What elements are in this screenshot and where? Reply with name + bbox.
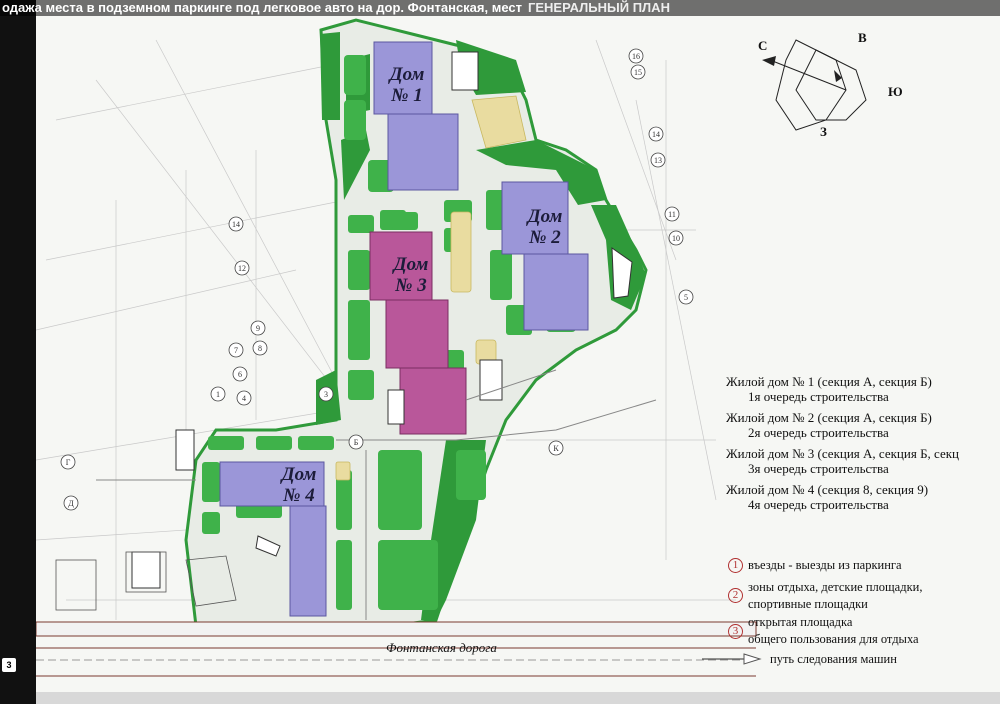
key-1-marker: 1 xyxy=(728,558,743,573)
key-2-text-line2: спортивные площадки xyxy=(748,597,868,611)
compass-north: С xyxy=(758,38,768,53)
house-2-section-b xyxy=(523,253,589,331)
house-4-label-line1: Дом xyxy=(281,464,317,485)
axis-marker-label: 10 xyxy=(672,234,680,243)
axis-marker-label: Г xyxy=(66,458,71,467)
ghost-plan-title: ГЕНЕРАЛЬНЫЙ ПЛАН xyxy=(528,0,670,15)
road-label: Фонтанская дорога xyxy=(386,640,497,655)
left-side-bar xyxy=(0,0,36,704)
axis-marker-label: 6 xyxy=(238,370,242,379)
compass-south: Ю xyxy=(888,84,903,99)
house-1-label: Дом № 1 xyxy=(376,64,438,106)
window-title: одажа места в подземном паркинге под лег… xyxy=(2,0,522,15)
house-3-label-line1: Дом xyxy=(393,254,429,275)
legend-house-3: Жилой дом № 3 (секция А, секция Б, секц xyxy=(726,446,960,461)
page-badge: 3 xyxy=(2,658,16,672)
house-2-label: Дом № 2 xyxy=(514,206,576,248)
house-1-label-line1: Дом xyxy=(389,64,425,85)
legend-house-2: Жилой дом № 2 (секция А, секция Б) xyxy=(726,410,932,425)
window-title-bar: одажа места в подземном паркинге под лег… xyxy=(0,0,1000,16)
key-2-marker: 2 xyxy=(728,588,743,603)
axis-marker-label: 14 xyxy=(652,130,660,139)
key-2-text-line1: зоны отдыха, детские площадки, xyxy=(748,580,923,594)
axis-marker-label: 14 xyxy=(232,220,240,229)
axis-marker-label: 13 xyxy=(654,156,662,165)
key-3-text-line2: общего пользования для отдыха xyxy=(748,632,919,646)
axis-marker-label: 7 xyxy=(234,346,238,355)
house-3-label: Дом № 3 xyxy=(380,254,442,296)
house-3-label-line2: № 3 xyxy=(395,275,427,296)
axis-marker-label: Д xyxy=(68,499,74,508)
axis-marker-label: 12 xyxy=(238,264,246,273)
house-4-label-line2: № 4 xyxy=(283,485,315,506)
axis-marker-label: 15 xyxy=(634,68,642,77)
compass-west: З xyxy=(820,124,827,139)
axis-marker-label: 4 xyxy=(242,394,246,403)
houses-legend: Жилой дом № 1 (секция А, секция Б) 1я оч… xyxy=(726,374,959,512)
house-4-label: Дом № 4 xyxy=(268,464,330,506)
key-3-marker: 3 xyxy=(728,624,743,639)
key-3-text-line1: открытая площадка xyxy=(748,615,853,629)
route-key-arrow xyxy=(702,653,762,665)
house-4-section-9 xyxy=(289,505,327,617)
axis-marker-label: 3 xyxy=(324,390,328,399)
legend-stage-2: 2я очередь строительства xyxy=(748,425,889,440)
route-key-text: путь следования машин xyxy=(770,652,897,666)
legend-house-4: Жилой дом № 4 (секция 8, секция 9) xyxy=(726,482,929,497)
house-2-label-line1: Дом xyxy=(527,206,563,227)
legend-stage-3: 3я очередь строительства xyxy=(748,461,889,476)
compass-rose xyxy=(762,39,867,131)
axis-marker-label: 11 xyxy=(668,210,676,219)
axis-marker-label: 8 xyxy=(258,344,262,353)
legend-stage-1: 1я очередь строительства xyxy=(748,389,889,404)
axis-marker-label: 9 xyxy=(256,324,260,333)
axis-marker-label: Б xyxy=(354,438,359,447)
key-1-text: въезды - выезды из паркинга xyxy=(748,558,902,572)
axis-marker-label: 16 xyxy=(632,52,640,61)
axis-marker-label: К xyxy=(553,444,559,453)
axis-marker-label: 1 xyxy=(216,390,220,399)
site-plan-map: 16 15 14 13 11 10 5 14 12 9 8 7 6 4 1 3 Г Д К Б С В Ю З Дом… xyxy=(36,0,1000,692)
bottom-toolbar-strip xyxy=(36,692,1000,704)
legend-stage-4: 4я очередь строительства xyxy=(748,497,889,512)
legend-house-1: Жилой дом № 1 (секция А, секция Б) xyxy=(726,374,932,389)
axis-marker-label: 5 xyxy=(684,293,688,302)
compass-east: В xyxy=(858,30,867,45)
house-1-section-b xyxy=(387,113,459,191)
house-2-label-line2: № 2 xyxy=(529,227,561,248)
house-1-label-line2: № 1 xyxy=(391,85,423,106)
